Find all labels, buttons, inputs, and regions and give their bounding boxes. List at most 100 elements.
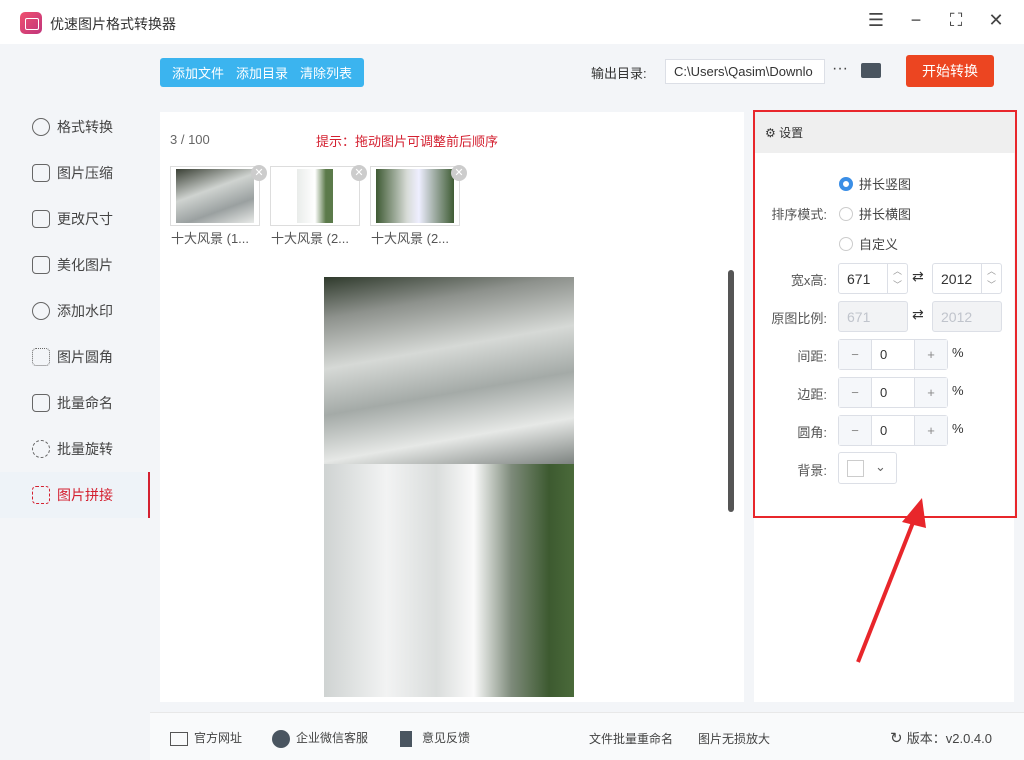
background-label: 背景: xyxy=(755,460,827,479)
menu-icon[interactable]: ☰ xyxy=(864,10,888,31)
folder-icon[interactable] xyxy=(861,63,881,78)
radius-value[interactable]: 0 xyxy=(871,416,915,445)
close-icon[interactable]: ✕ xyxy=(984,10,1008,31)
browse-more-button[interactable]: ··· xyxy=(832,60,848,78)
version-label: 版本：v2.0.4.0 xyxy=(907,731,992,746)
minus-button[interactable]: − xyxy=(839,416,871,445)
chevron-down-icon: ⌄ xyxy=(875,459,886,475)
margin-value[interactable]: 0 xyxy=(871,378,915,407)
upscale-link[interactable]: 图片无损放大 xyxy=(698,730,770,747)
sidebar-item-rotate[interactable]: 批量旋转 xyxy=(0,426,150,472)
sidebar-item-format[interactable]: 格式转换 xyxy=(0,104,150,150)
width-input[interactable]: 671 ︿﹀ xyxy=(838,263,908,294)
settings-title: 设置 xyxy=(779,126,803,140)
wechat-icon xyxy=(272,730,290,748)
web-icon xyxy=(170,732,188,746)
ratio-width-input: 671 xyxy=(838,301,908,332)
sidebar-item-beautify[interactable]: 美化图片 xyxy=(0,242,150,288)
spacing-value[interactable]: 0 xyxy=(871,340,915,369)
refresh-icon: ↻ xyxy=(890,730,907,747)
radio-horizontal[interactable]: 拼长横图 xyxy=(839,204,911,223)
radio-label: 拼长竖图 xyxy=(859,174,911,193)
remove-icon[interactable]: ✕ xyxy=(351,165,367,181)
swap-icon: ⇄ xyxy=(912,306,924,323)
width-stepper[interactable]: ︿﹀ xyxy=(887,264,907,293)
resize-icon xyxy=(32,210,50,228)
plus-button[interactable]: + xyxy=(915,416,947,445)
start-convert-button[interactable]: 开始转换 xyxy=(906,55,994,87)
wechat-support-link[interactable]: 企业微信客服 xyxy=(272,729,368,748)
version-info[interactable]: ↻ 版本：v2.0.4.0 xyxy=(890,728,992,747)
website-link[interactable]: 官方网址 xyxy=(170,729,242,746)
app-title: 优速图片格式转换器 xyxy=(50,14,176,34)
spacing-stepper[interactable]: −0+ xyxy=(838,339,948,370)
sidebar-item-label: 添加水印 xyxy=(57,301,113,321)
height-value: 2012 xyxy=(941,271,972,287)
margin-label: 边距: xyxy=(755,384,827,403)
unit-label: % xyxy=(952,421,964,436)
minus-button[interactable]: − xyxy=(839,378,871,407)
sidebar-item-label: 更改尺寸 xyxy=(57,209,113,229)
radio-label: 自定义 xyxy=(859,234,898,253)
sidebar-item-label: 图片压缩 xyxy=(57,163,113,183)
sidebar-item-watermark[interactable]: 添加水印 xyxy=(0,288,150,334)
radio-custom[interactable]: 自定义 xyxy=(839,234,898,253)
swap-icon[interactable]: ⇄ xyxy=(912,268,924,285)
image-icon xyxy=(32,256,50,274)
rounded-corner-icon xyxy=(32,348,50,366)
remove-icon[interactable]: ✕ xyxy=(251,165,267,181)
file-thumbnail[interactable]: ✕ xyxy=(270,166,360,226)
file-button-group: 添加文件 添加目录 清除列表 xyxy=(160,58,364,87)
sidebar-item-stitch[interactable]: 图片拼接 xyxy=(0,472,150,518)
width-value: 671 xyxy=(847,271,870,287)
feedback-icon xyxy=(400,731,412,747)
size-label: 宽x高: xyxy=(755,270,827,289)
add-file-button[interactable]: 添加文件 xyxy=(172,63,224,82)
gear-icon: ⚙ xyxy=(765,126,779,140)
file-name: 十大风景 (1... xyxy=(171,228,249,247)
preview-scrollbar[interactable] xyxy=(728,270,734,512)
clear-list-button[interactable]: 清除列表 xyxy=(300,63,352,82)
sidebar-item-compress[interactable]: 图片压缩 xyxy=(0,150,150,196)
plus-button[interactable]: + xyxy=(915,340,947,369)
radius-label: 圆角: xyxy=(755,422,827,441)
sidebar-item-label: 图片拼接 xyxy=(57,485,113,505)
stitch-icon xyxy=(32,486,50,504)
radio-vertical[interactable]: 拼长竖图 xyxy=(839,174,911,193)
feedback-link[interactable]: 意见反馈 xyxy=(400,729,470,747)
radio-label: 拼长横图 xyxy=(859,204,911,223)
sidebar-item-rounded[interactable]: 图片圆角 xyxy=(0,334,150,380)
add-folder-button[interactable]: 添加目录 xyxy=(236,63,288,82)
ratio-height-input: 2012 xyxy=(932,301,1002,332)
file-thumbnail[interactable]: ✕ xyxy=(370,166,460,226)
minus-button[interactable]: − xyxy=(839,340,871,369)
output-dir-input[interactable]: C:\Users\Qasim\Downlo xyxy=(665,59,825,84)
file-thumbnail[interactable]: ✕ xyxy=(170,166,260,226)
annotation-arrow xyxy=(840,490,940,670)
compress-icon xyxy=(32,164,50,182)
color-swatch xyxy=(847,460,864,477)
wechat-label: 企业微信客服 xyxy=(296,731,368,745)
rotate-icon xyxy=(32,440,50,458)
drag-hint: 提示：拖动图片可调整前后顺序 xyxy=(316,131,498,150)
sidebar-item-rename[interactable]: 批量命名 xyxy=(0,380,150,426)
file-count: 3 / 100 xyxy=(170,132,210,147)
sidebar-item-label: 格式转换 xyxy=(57,117,113,137)
sidebar-item-label: 批量旋转 xyxy=(57,439,113,459)
batch-rename-link[interactable]: 文件批量重命名 xyxy=(589,730,673,747)
sidebar-item-label: 美化图片 xyxy=(57,255,113,275)
background-color-picker[interactable]: ⌄ xyxy=(838,452,897,484)
height-stepper[interactable]: ︿﹀ xyxy=(981,264,1001,293)
minimize-icon[interactable]: − xyxy=(904,10,928,31)
remove-icon[interactable]: ✕ xyxy=(451,165,467,181)
maximize-icon[interactable]: ⛶ xyxy=(944,10,968,31)
height-input[interactable]: 2012 ︿﹀ xyxy=(932,263,1002,294)
margin-stepper[interactable]: −0+ xyxy=(838,377,948,408)
file-name: 十大风景 (2... xyxy=(271,228,349,247)
stitch-preview-image xyxy=(324,277,574,697)
radius-stepper[interactable]: −0+ xyxy=(838,415,948,446)
unit-label: % xyxy=(952,383,964,398)
plus-button[interactable]: + xyxy=(915,378,947,407)
app-logo xyxy=(20,12,42,34)
sidebar-item-resize[interactable]: 更改尺寸 xyxy=(0,196,150,242)
